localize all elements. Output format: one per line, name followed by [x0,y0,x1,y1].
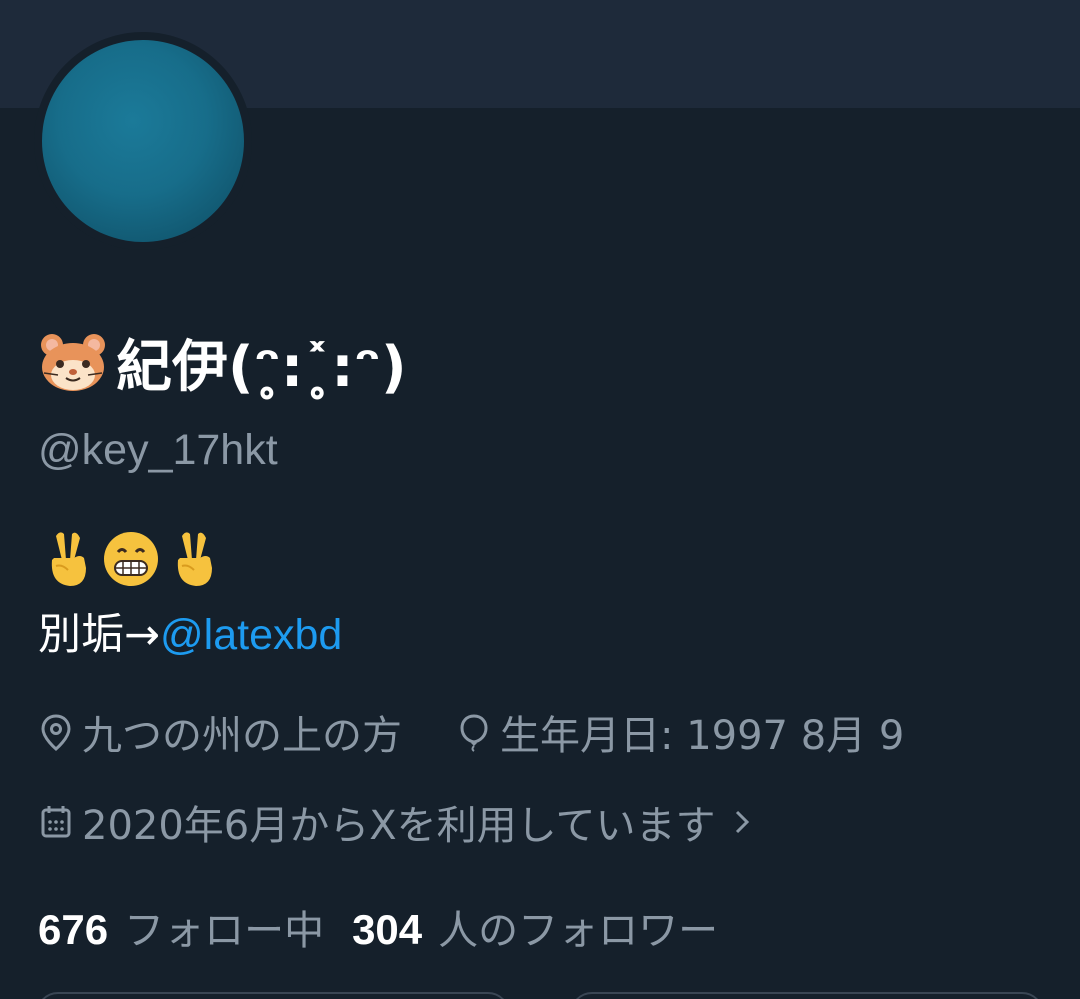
birthday-text: 生年月日: 1997 8月 9 [500,713,905,759]
birthday: 生年月日: 1997 8月 9 [456,703,904,761]
grinning-face-icon [102,530,160,592]
avatar[interactable] [42,40,244,242]
joined-row[interactable]: 2020年6月からXを利用しています [38,794,755,850]
following-stat[interactable]: 676 フォロー中 [38,898,324,956]
following-count: 676 [38,906,109,953]
followers-count: 304 [352,906,423,953]
user-handle: @key_17hkt [38,426,278,474]
followers-stat[interactable]: 304 人のフォロワー [352,898,718,956]
followers-label: 人のフォロワー [438,908,719,954]
following-label: フォロー中 [124,908,325,954]
calendar-icon [41,806,71,838]
bio-text: 別垢→@latexbd [38,600,342,662]
chevron-right-icon [736,810,750,834]
location-pin-icon [41,714,71,751]
profile-action-button[interactable] [570,992,1044,999]
hamster-face-icon [38,331,108,393]
bio-prefix: 別垢→ [38,610,161,660]
location-text: 九つの州の上の方 [82,713,402,759]
balloon-icon [460,714,488,752]
profile-action-button[interactable] [36,992,510,999]
profile-page: 紀伊(ᵔ̥:˟̥:ᵔ) @key_17hkt 別垢→@latexbd 九つの州の… [0,0,1080,999]
joined-text: 2020年6月からXを利用しています [82,803,716,849]
mention-link[interactable]: @latexbd [160,611,342,659]
victory-hand-icon [40,530,96,592]
display-name: 紀伊(ᵔ̥:˟̥:ᵔ) [38,322,407,402]
profile-meta-row: 九つの州の上の方 生年月日: 1997 8月 9 [38,704,904,760]
follow-stats: 676 フォロー中 304 人のフォロワー [38,898,718,956]
victory-hand-icon [166,530,222,592]
location: 九つの州の上の方 [38,703,402,761]
bio-emoji-row [40,532,222,590]
display-name-text: 紀伊(ᵔ̥:˟̥:ᵔ) [116,334,407,400]
